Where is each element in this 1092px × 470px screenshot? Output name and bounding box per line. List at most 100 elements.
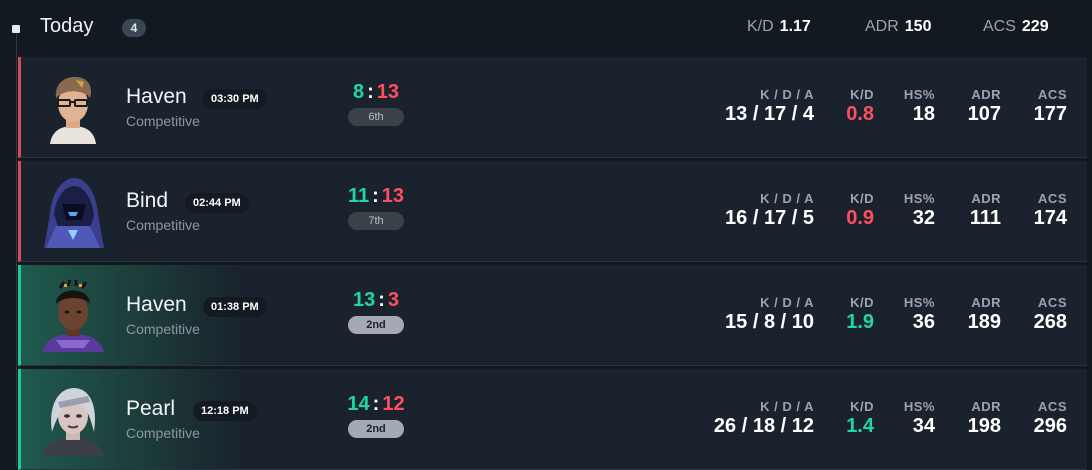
adr-stat: ADR 111 <box>970 191 1001 230</box>
header-stat-kd-value: 1.17 <box>779 18 811 35</box>
header-stat-kd-label: K/D <box>747 18 774 35</box>
kd-value: 0.9 <box>846 207 874 229</box>
adr-stat: ADR 198 <box>968 399 1001 438</box>
placement-badge: 7th <box>348 212 404 230</box>
hs-value: 18 <box>912 103 935 125</box>
agent-portrait-icon <box>42 279 104 352</box>
hs-stat: HS% 34 <box>904 399 935 438</box>
map-name: Bind <box>126 189 169 212</box>
adr-label: ADR <box>971 191 1001 206</box>
timeline-line <box>16 32 17 466</box>
header-stat-acs-label: ACS <box>983 18 1016 35</box>
hs-stat: HS% 18 <box>904 87 935 126</box>
score-team: 11 <box>347 185 370 207</box>
match-card[interactable]: Bind 02:44 PM Competitive 11:13 7th K / … <box>18 161 1087 262</box>
kda-value: 26 / 18 / 12 <box>713 415 814 437</box>
day-title: Today <box>40 15 94 37</box>
adr-value: 198 <box>967 415 1001 437</box>
agent-portrait-icon <box>38 70 108 144</box>
placement-badge: 2nd <box>348 420 404 438</box>
kd-stat: K/D 1.9 <box>846 295 874 334</box>
score-enemy: 13 <box>376 81 400 103</box>
adr-label: ADR <box>971 295 1001 310</box>
hs-value: 32 <box>912 207 935 229</box>
header-stat-adr: ADR 150 <box>865 18 931 36</box>
acs-stat: ACS 268 <box>1034 295 1067 334</box>
acs-label: ACS <box>1038 191 1067 206</box>
score-enemy: 12 <box>382 393 405 415</box>
score-team: 14 <box>347 393 370 415</box>
adr-label: ADR <box>971 399 1001 414</box>
acs-value: 177 <box>1033 103 1067 125</box>
hs-value: 34 <box>912 415 935 437</box>
day-header: Today 4 K/D 1.17 ADR 150 ACS 229 <box>0 0 1092 56</box>
header-stat-acs: ACS 229 <box>983 18 1049 36</box>
kd-stat: K/D 0.8 <box>846 87 874 126</box>
kd-label: K/D <box>850 191 874 206</box>
match-score: 14:12 <box>347 393 405 415</box>
kd-stat: K/D 0.9 <box>846 191 874 230</box>
hs-value: 36 <box>912 311 935 333</box>
acs-stat: ACS 177 <box>1034 87 1067 126</box>
game-mode: Competitive <box>126 217 200 233</box>
score-enemy: 13 <box>381 185 405 207</box>
kd-stat: K/D 1.4 <box>846 399 874 438</box>
placement-badge: 6th <box>348 108 404 126</box>
match-card[interactable]: Haven 03:30 PM Competitive 8:13 6th K / … <box>18 57 1087 158</box>
hs-label: HS% <box>903 191 935 206</box>
header-stat-adr-value: 150 <box>904 18 932 35</box>
map-name: Haven <box>126 85 187 108</box>
acs-stat: ACS 174 <box>1034 191 1067 230</box>
hs-stat: HS% 32 <box>904 191 935 230</box>
game-mode: Competitive <box>126 425 200 441</box>
adr-label: ADR <box>971 87 1001 102</box>
kda-stat: K / D / A 26 / 18 / 12 <box>714 399 814 438</box>
score-team: 8 <box>352 81 365 103</box>
adr-value: 107 <box>967 103 1001 125</box>
map-name: Pearl <box>126 397 176 420</box>
hs-label: HS% <box>903 295 935 310</box>
acs-label: ACS <box>1038 399 1067 414</box>
kd-label: K/D <box>850 295 874 310</box>
hs-stat: HS% 36 <box>904 295 935 334</box>
score-team: 13 <box>352 289 376 311</box>
score-enemy: 3 <box>387 289 400 311</box>
kd-value: 1.4 <box>846 415 874 437</box>
kda-value: 15 / 8 / 10 <box>725 311 814 333</box>
game-mode: Competitive <box>126 321 200 337</box>
kda-value: 16 / 17 / 5 <box>725 207 814 229</box>
header-stat-adr-label: ADR <box>865 18 899 35</box>
adr-value: 189 <box>967 311 1001 333</box>
header-stat-kd: K/D 1.17 <box>747 18 811 36</box>
kda-stat: K / D / A 16 / 17 / 5 <box>725 191 814 230</box>
agent-portrait-icon <box>38 174 108 248</box>
adr-stat: ADR 107 <box>968 87 1001 126</box>
agent-portrait-icon <box>42 388 104 456</box>
match-score: 8:13 <box>352 81 400 103</box>
acs-label: ACS <box>1038 295 1067 310</box>
match-count-badge: 4 <box>122 19 146 37</box>
kda-label: K / D / A <box>760 399 814 414</box>
kda-stat: K / D / A 15 / 8 / 10 <box>725 295 814 334</box>
game-mode: Competitive <box>126 113 200 129</box>
hs-label: HS% <box>903 87 935 102</box>
map-name: Haven <box>126 293 187 316</box>
match-time: 12:18 PM <box>193 401 257 421</box>
match-time: 02:44 PM <box>185 193 249 213</box>
acs-value: 268 <box>1033 311 1067 333</box>
match-time: 01:38 PM <box>203 297 267 317</box>
acs-value: 296 <box>1033 415 1067 437</box>
header-stat-acs-value: 229 <box>1021 18 1049 35</box>
kda-value: 13 / 17 / 4 <box>725 103 814 125</box>
kd-value: 1.9 <box>846 311 874 333</box>
acs-value: 174 <box>1033 207 1067 229</box>
kda-label: K / D / A <box>760 191 814 206</box>
match-time: 03:30 PM <box>203 89 267 109</box>
placement-badge: 2nd <box>348 316 404 334</box>
match-card[interactable]: Haven 01:38 PM Competitive 13:3 2nd K / … <box>18 265 1087 366</box>
kda-stat: K / D / A 13 / 17 / 4 <box>725 87 814 126</box>
acs-label: ACS <box>1038 87 1067 102</box>
kd-label: K/D <box>850 399 874 414</box>
acs-stat: ACS 296 <box>1034 399 1067 438</box>
match-card[interactable]: Pearl 12:18 PM Competitive 14:12 2nd K /… <box>18 369 1087 470</box>
